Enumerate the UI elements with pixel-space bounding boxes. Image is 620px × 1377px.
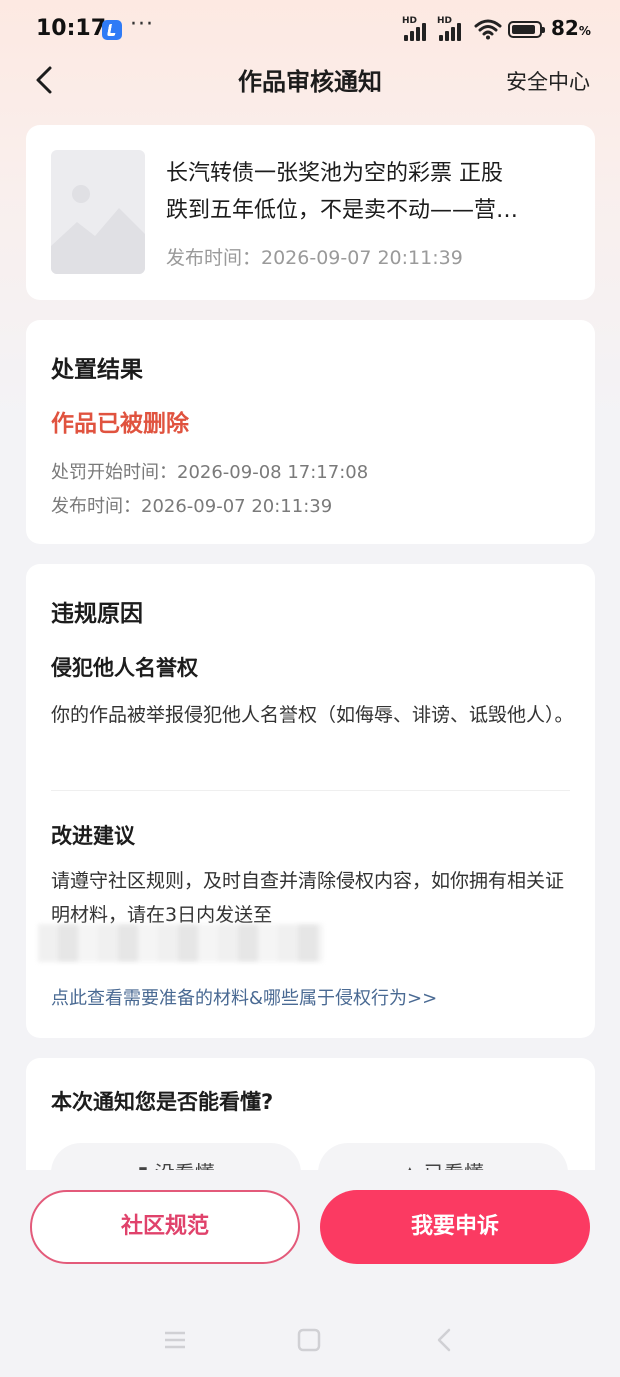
advice-description: 请遵守社区规则，及时自查并清除侵权内容，如你拥有相关证明材料，请在3日内发送至 (51, 870, 565, 926)
system-back-icon[interactable] (432, 1325, 458, 1355)
battery-percent: 82% (551, 16, 591, 40)
cellular-signal-icon: HD (402, 16, 432, 41)
more-notifications-icon: ··· (130, 12, 154, 37)
redacted-email (38, 924, 323, 962)
cellular-signal-icon-2: HD (437, 16, 467, 41)
reason-section-title: 违规原因 (51, 601, 143, 627)
result-card: 处置结果 作品已被删除 处罚开始时间：2026-09-08 17:17:08 发… (26, 320, 595, 544)
app-notification-icon (102, 20, 122, 40)
status-bar: 10:17 ··· HD HD 82% (0, 0, 620, 62)
home-icon[interactable] (296, 1325, 322, 1355)
result-section-title: 处置结果 (51, 357, 143, 383)
image-placeholder-icon (51, 185, 145, 274)
battery-icon (508, 21, 545, 38)
wifi-icon (474, 19, 502, 40)
divider (51, 790, 570, 791)
article-title: 长汽转债一张奖池为空的彩票 正股 跌到五年低位，不是卖不动——营… (166, 161, 519, 223)
deleted-status: 作品已被删除 (51, 411, 189, 437)
signal-hd-label-2: HD (437, 16, 453, 26)
menu-icon[interactable] (162, 1325, 188, 1355)
article-publish-time: 发布时间：2026-09-07 20:11:39 (166, 247, 463, 269)
feedback-question: 本次通知您是否能看懂? (51, 1090, 274, 1114)
community-rules-button[interactable]: 社区规范 (30, 1190, 300, 1264)
signal-hd-label: HD (402, 16, 418, 26)
appeal-button[interactable]: 我要申诉 (320, 1190, 590, 1264)
violation-title: 侵犯他人名誉权 (51, 656, 198, 680)
article-thumbnail (51, 150, 145, 274)
security-center-link[interactable]: 安全中心 (506, 66, 590, 96)
result-publish-time: 发布时间：2026-09-07 20:11:39 (51, 496, 333, 517)
article-card[interactable]: 长汽转债一张奖池为空的彩票 正股 跌到五年低位，不是卖不动——营… 发布时间：2… (26, 125, 595, 300)
top-navigation: 作品审核通知 安全中心 (0, 56, 620, 106)
status-time: 10:17 (36, 16, 107, 41)
advice-title: 改进建议 (51, 824, 135, 848)
materials-guide-link[interactable]: 点此查看需要准备的材料&哪些属于侵权行为>> (51, 984, 437, 1010)
violation-description: 你的作品被举报侵犯他人名誉权（如侮辱、诽谤、诋毁他人）。 (51, 704, 574, 726)
penalty-start-time: 处罚开始时间：2026-09-08 17:17:08 (51, 462, 369, 483)
violation-reason-card: 违规原因 侵犯他人名誉权 你的作品被举报侵犯他人名誉权（如侮辱、诽谤、诋毁他人）… (26, 564, 595, 1038)
bottom-action-bar: 社区规范 我要申诉 (0, 1170, 620, 1377)
